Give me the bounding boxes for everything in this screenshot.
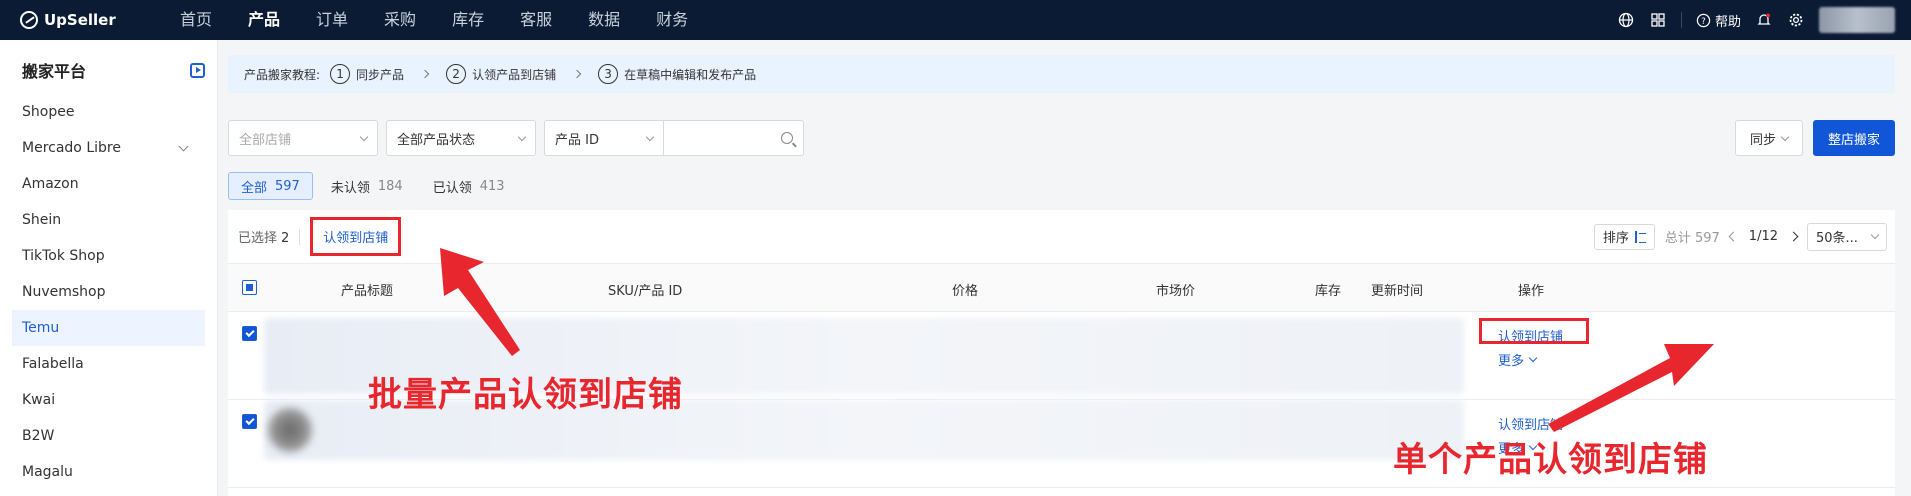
- sidebar-item-shein[interactable]: Shein: [12, 202, 205, 238]
- help-label: 帮助: [1714, 14, 1741, 30]
- single-claim-annotation: 单个产品认领到店铺: [1393, 440, 1708, 480]
- table-toolbar: 已选择 2 认领到店铺 排序 总计 597 1/12 50条...: [228, 210, 1895, 264]
- column-sku: SKU/产品 ID: [608, 284, 683, 299]
- nav-item-service[interactable]: 客服: [502, 0, 570, 40]
- row-checkbox[interactable]: [242, 326, 257, 341]
- column-stock: 库存: [1315, 284, 1342, 299]
- sidebar-item-temu[interactable]: Temu: [12, 310, 205, 346]
- chevron-down-icon: [1528, 353, 1538, 363]
- svg-text:?: ?: [1701, 15, 1705, 25]
- blurred-product-image: [268, 408, 312, 452]
- pagination: 1/12: [1728, 229, 1799, 244]
- search-field-select[interactable]: 产品 ID: [544, 120, 664, 156]
- toolbar-divider: [299, 228, 301, 245]
- nav-item-orders[interactable]: 订单: [298, 0, 366, 40]
- page-indicator: 1/12: [1748, 229, 1778, 244]
- sort-icon: [1634, 230, 1646, 243]
- upseller-logo-icon: [20, 11, 38, 29]
- row-checkbox[interactable]: [242, 414, 257, 429]
- sidebar-item-nuvemshop[interactable]: Nuvemshop: [12, 274, 205, 310]
- single-claim-highlight: [1479, 318, 1589, 344]
- bulk-claim-annotation: 批量产品认领到店铺: [368, 375, 683, 415]
- sidebar-item-amazon[interactable]: Amazon: [12, 166, 205, 202]
- sidebar: 搬家平台 Shopee Mercado Libre Amazon Shein T…: [0, 40, 218, 496]
- total-count: 总计 597: [1664, 231, 1720, 246]
- tutorial-label: 产品搬家教程:: [244, 67, 321, 82]
- search-input[interactable]: [664, 120, 804, 156]
- tab-unclaimed[interactable]: 未认领 184: [319, 172, 415, 200]
- brand-logo[interactable]: UpSeller: [20, 11, 144, 29]
- nav-item-data[interactable]: 数据: [570, 0, 638, 40]
- brand-name: UpSeller: [44, 11, 116, 29]
- tutorial-step-1: 1 同步产品: [330, 64, 404, 84]
- nav-item-home[interactable]: 首页: [162, 0, 230, 40]
- product-status-select[interactable]: 全部产品状态: [386, 120, 536, 156]
- selected-count-label: 已选择 2: [238, 231, 290, 246]
- sidebar-title: 搬家平台: [22, 62, 87, 81]
- user-avatar[interactable]: [1819, 7, 1895, 33]
- column-actions: 操作: [1518, 284, 1545, 299]
- tutorial-step-3: 3 在草稿中编辑和发布产品: [598, 64, 756, 84]
- column-price: 价格: [952, 284, 979, 299]
- bulk-claim-to-store-button[interactable]: 认领到店铺: [310, 217, 402, 256]
- store-select[interactable]: 全部店铺: [228, 120, 378, 156]
- tutorial-step-2: 2 认领产品到店铺: [446, 64, 556, 84]
- column-updated-time: 更新时间: [1371, 284, 1424, 299]
- sidebar-item-kwai[interactable]: Kwai: [12, 382, 205, 418]
- nav-item-products[interactable]: 产品: [230, 0, 298, 40]
- chevron-down-icon: [1780, 132, 1790, 141]
- nav-item-purchase[interactable]: 采购: [366, 0, 434, 40]
- sidebar-item-shopee[interactable]: Shopee: [12, 94, 205, 130]
- chevron-down-icon: [178, 141, 189, 151]
- tutorial-banner: 产品搬家教程: 1 同步产品 2 认领产品到店铺 3 在草稿中编辑和发布产品: [228, 55, 1895, 93]
- question-circle-icon: ?: [1696, 13, 1711, 27]
- next-page-icon[interactable]: [1788, 231, 1799, 242]
- main-nav: 首页 产品 订单 采购 库存 客服 数据 财务: [162, 0, 706, 40]
- gear-icon[interactable]: [1787, 11, 1805, 29]
- select-all-checkbox[interactable]: [242, 280, 257, 295]
- apps-icon[interactable]: [1649, 11, 1667, 29]
- chevron-right-icon: [420, 69, 430, 79]
- nav-item-inventory[interactable]: 库存: [434, 0, 502, 40]
- status-tabs: 全部 597 未认领 184 已认领 413: [228, 172, 517, 200]
- nav-item-finance[interactable]: 财务: [638, 0, 706, 40]
- column-market-price: 市场价: [1156, 284, 1196, 299]
- tab-all[interactable]: 全部 597: [228, 172, 313, 200]
- help-link[interactable]: ? 帮助: [1696, 11, 1741, 30]
- sidebar-item-tiktok-shop[interactable]: TikTok Shop: [12, 238, 205, 274]
- table-header: 产品标题 SKU/产品 ID 价格 市场价 库存 更新时间 操作: [228, 264, 1895, 312]
- sidebar-item-magalu[interactable]: Magalu: [12, 454, 205, 490]
- search-icon[interactable]: [781, 132, 793, 144]
- chevron-down-icon: [517, 132, 527, 141]
- chevron-down-icon: [645, 132, 655, 141]
- bell-icon[interactable]: [1755, 11, 1773, 29]
- chevron-down-icon: [359, 132, 369, 141]
- sidebar-item-mercado-libre[interactable]: Mercado Libre: [12, 130, 205, 166]
- sidebar-item-falabella[interactable]: Falabella: [12, 346, 205, 382]
- sync-button[interactable]: 同步: [1734, 120, 1803, 156]
- row-more-dropdown[interactable]: 更多: [1498, 350, 1538, 369]
- globe-icon[interactable]: [1617, 11, 1635, 29]
- sidebar-item-b2w[interactable]: B2W: [12, 418, 205, 454]
- tab-claimed[interactable]: 已认领 413: [421, 172, 517, 200]
- column-title: 产品标题: [341, 284, 394, 299]
- move-store-button[interactable]: 整店搬家: [1812, 120, 1895, 156]
- sort-button[interactable]: 排序: [1593, 223, 1655, 250]
- top-nav-bar: UpSeller 首页 产品 订单 采购 库存 客服 数据 财务 ? 帮助: [0, 0, 1911, 40]
- row-claim-to-store-link[interactable]: 认领到店铺: [1498, 414, 1563, 433]
- prev-page-icon[interactable]: [1728, 231, 1739, 242]
- page-size-select[interactable]: 50条...: [1807, 222, 1887, 251]
- chevron-down-icon: [1870, 230, 1880, 240]
- sidebar-collapse-icon[interactable]: [190, 62, 205, 78]
- main-content: 产品搬家教程: 1 同步产品 2 认领产品到店铺 3 在草稿中编辑和发布产品 全…: [218, 40, 1911, 496]
- chevron-right-icon: [572, 69, 582, 79]
